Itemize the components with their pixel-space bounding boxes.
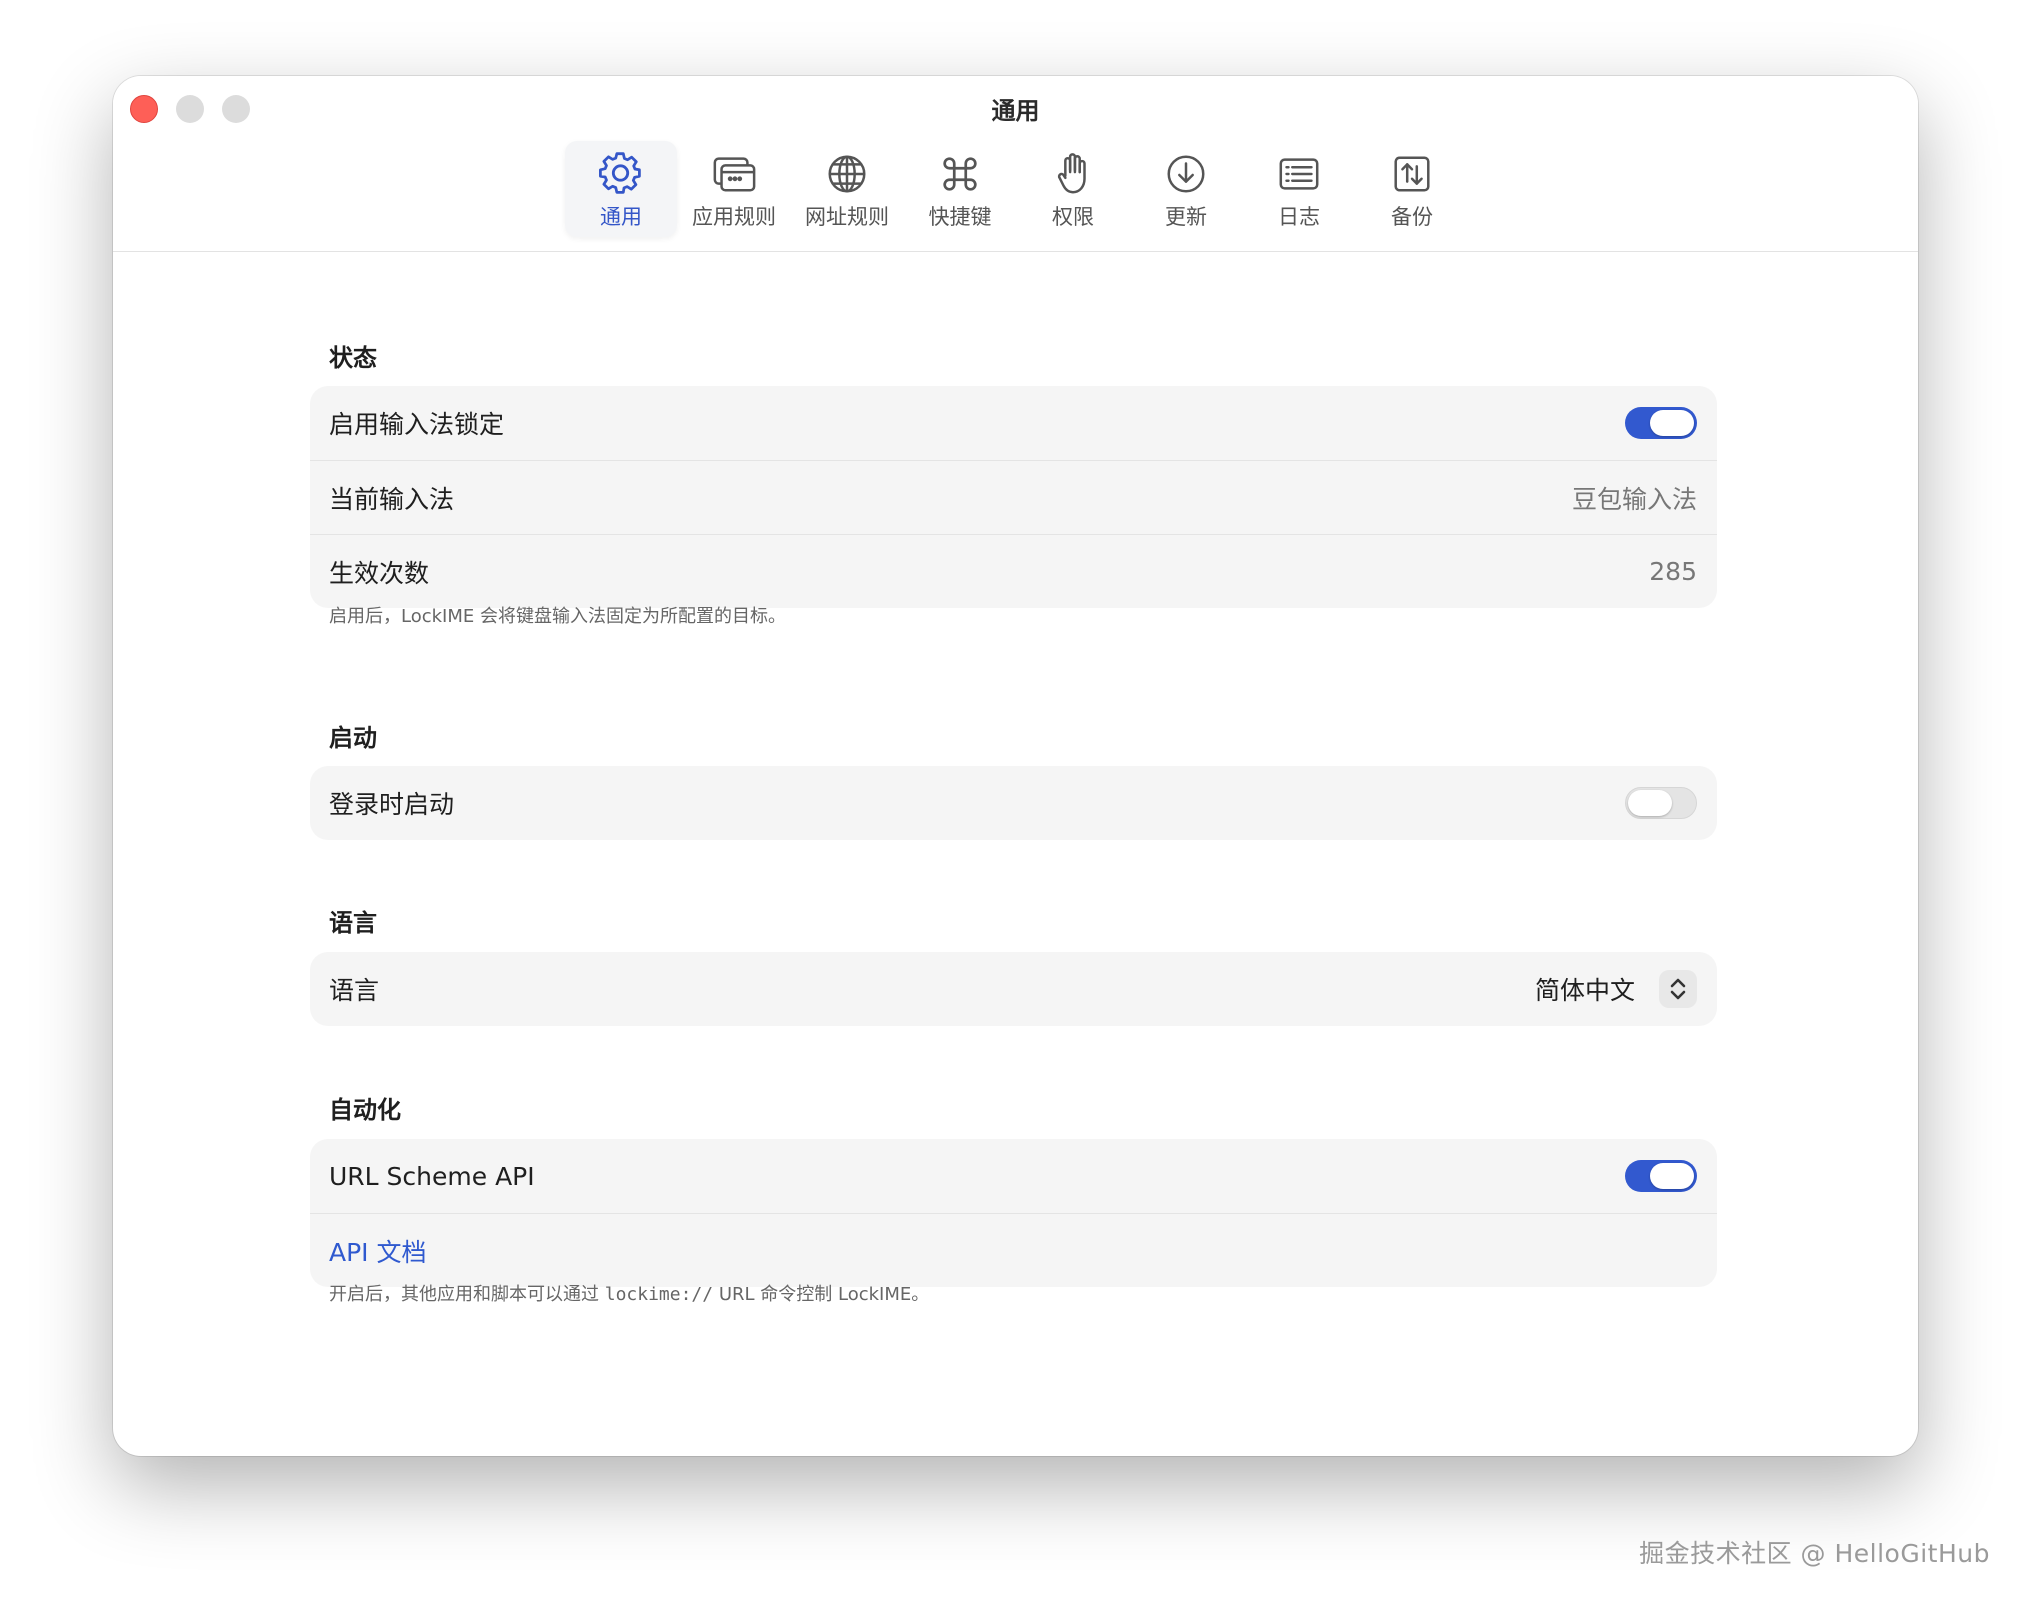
log-list-icon (1279, 158, 1319, 190)
section-title-status: 状态 (329, 344, 377, 372)
effect-count-value: 285 (1649, 557, 1697, 586)
enable-lock-label: 启用输入法锁定 (329, 410, 505, 439)
current-ime-row: 当前输入法 豆包输入法 (310, 460, 1717, 534)
effect-count-row: 生效次数 285 (310, 534, 1717, 608)
status-note: 启用后，LockIME 会将键盘输入法固定为所配置的目标。 (329, 606, 786, 627)
effect-count-label: 生效次数 (329, 558, 430, 588)
tab-url-rules[interactable]: 网址规则 (791, 141, 903, 237)
api-docs-row: API 文档 (310, 1213, 1717, 1287)
url-scheme-label: URL Scheme API (329, 1161, 535, 1191)
settings-window: 通用 通用 应用规则 网址规则 快捷键 权限 更新 日志 备份 状态 启用输入法… (113, 76, 1918, 1456)
language-selected-value: 简体中文 (1534, 976, 1635, 1005)
tab-general-label: 通用 (600, 205, 642, 229)
tab-url-rules-label: 网址规则 (805, 205, 889, 229)
tab-logs[interactable]: 日志 (1243, 141, 1355, 237)
url-scheme-row: URL Scheme API (310, 1139, 1717, 1213)
chevron-up-down-icon (1659, 970, 1697, 1008)
section-title-automation: 自动化 (329, 1096, 401, 1124)
current-ime-value: 豆包输入法 (1571, 484, 1697, 514)
language-row: 语言 简体中文 (310, 952, 1717, 1026)
app-windows-icon (713, 157, 756, 192)
tab-general[interactable]: 通用 (565, 141, 677, 237)
download-circle-icon (1167, 155, 1205, 193)
tab-backup[interactable]: 备份 (1356, 141, 1468, 237)
language-card: 语言 简体中文 (310, 952, 1717, 1026)
login-launch-label: 登录时启动 (329, 790, 455, 819)
language-label: 语言 (329, 976, 380, 1005)
enable-lock-toggle[interactable] (1625, 407, 1697, 439)
gear-icon (599, 152, 641, 194)
tab-shortcuts[interactable]: 快捷键 (904, 141, 1016, 237)
watermark: 掘金技术社区 @ HelloGitHub (1639, 1539, 1990, 1568)
api-docs-link[interactable]: API 文档 (329, 1233, 427, 1269)
tab-permissions-label: 权限 (1052, 205, 1094, 229)
backup-arrows-icon (1394, 156, 1430, 192)
automation-card: URL Scheme API API 文档 (310, 1139, 1717, 1287)
tab-app-rules-label: 应用规则 (692, 205, 776, 229)
current-ime-label: 当前输入法 (329, 484, 455, 514)
command-key-icon (943, 157, 977, 191)
tab-shortcuts-label: 快捷键 (928, 205, 992, 229)
automation-note-suffix: URL 命令控制 LockIME。 (718, 1284, 930, 1305)
tab-backup-label: 备份 (1391, 205, 1433, 229)
tab-app-rules[interactable]: 应用规则 (678, 141, 790, 237)
login-launch-row: 登录时启动 (310, 766, 1717, 840)
language-select[interactable]: 简体中文 (1535, 970, 1697, 1008)
section-title-language: 语言 (329, 909, 377, 937)
window-title: 通用 (991, 97, 1040, 125)
preferences-toolbar: 通用 应用规则 网址规则 快捷键 权限 更新 日志 备份 (565, 141, 1469, 237)
tab-permissions[interactable]: 权限 (1017, 141, 1129, 237)
globe-icon (828, 155, 866, 193)
url-scheme-toggle[interactable] (1625, 1160, 1697, 1192)
launch-card: 登录时启动 (310, 766, 1717, 840)
title-bar: 通用 通用 应用规则 网址规则 快捷键 权限 更新 日志 备份 (113, 76, 1918, 252)
tab-updates-label: 更新 (1165, 205, 1207, 229)
automation-note-code: lockime:// (604, 1284, 714, 1305)
tab-updates[interactable]: 更新 (1130, 141, 1242, 237)
status-card: 启用输入法锁定 当前输入法 豆包输入法 生效次数 285 (310, 386, 1717, 608)
hand-icon (1057, 153, 1086, 194)
automation-note-prefix: 开启后，其他应用和脚本可以通过 (329, 1284, 599, 1305)
tab-logs-label: 日志 (1278, 205, 1320, 229)
login-launch-toggle[interactable] (1625, 787, 1697, 819)
enable-lock-row: 启用输入法锁定 (310, 386, 1717, 460)
automation-note: 开启后，其他应用和脚本可以通过 lockime:// URL 命令控制 Lock… (329, 1280, 929, 1306)
section-title-launch: 启动 (329, 724, 377, 752)
